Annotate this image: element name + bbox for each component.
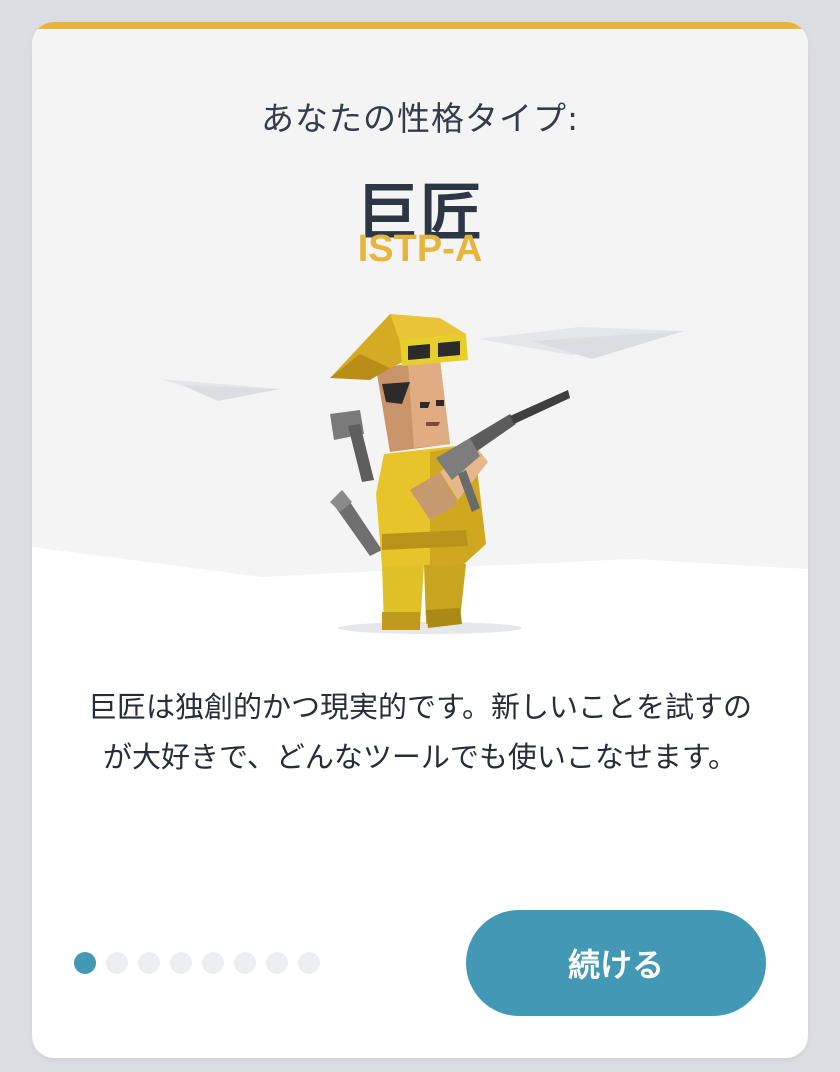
continue-button[interactable]: 続ける [466, 910, 766, 1016]
page-dot-6[interactable] [234, 952, 256, 974]
page-dot-8[interactable] [298, 952, 320, 974]
page-dot-1[interactable] [74, 952, 96, 974]
page-dot-3[interactable] [138, 952, 160, 974]
page-dot-4[interactable] [170, 952, 192, 974]
virtuoso-character-icon [330, 314, 570, 634]
page-dot-5[interactable] [202, 952, 224, 974]
card-accent-bar [32, 22, 808, 29]
type-description: 巨匠は独創的かつ現実的です。新しいことを試すの が大好きで、どんなツールでも使い… [72, 682, 768, 782]
result-subtitle: あなたの性格タイプ: [260, 99, 580, 138]
page-dot-2[interactable] [106, 952, 128, 974]
personality-result-card: あなたの性格タイプ: 巨匠 ISTP-A 巨匠は独創的かつ現実的です。新しいこと… [32, 22, 808, 1058]
description-line-1: 巨匠は独創的かつ現実的です。新しいことを試すの [87, 690, 753, 724]
personality-type-code: ISTP-A [357, 228, 483, 270]
pagination-dots [74, 952, 320, 974]
page-dot-7[interactable] [266, 952, 288, 974]
description-line-2: が大好きで、どんなツールでも使いこなせます。 [103, 740, 737, 774]
